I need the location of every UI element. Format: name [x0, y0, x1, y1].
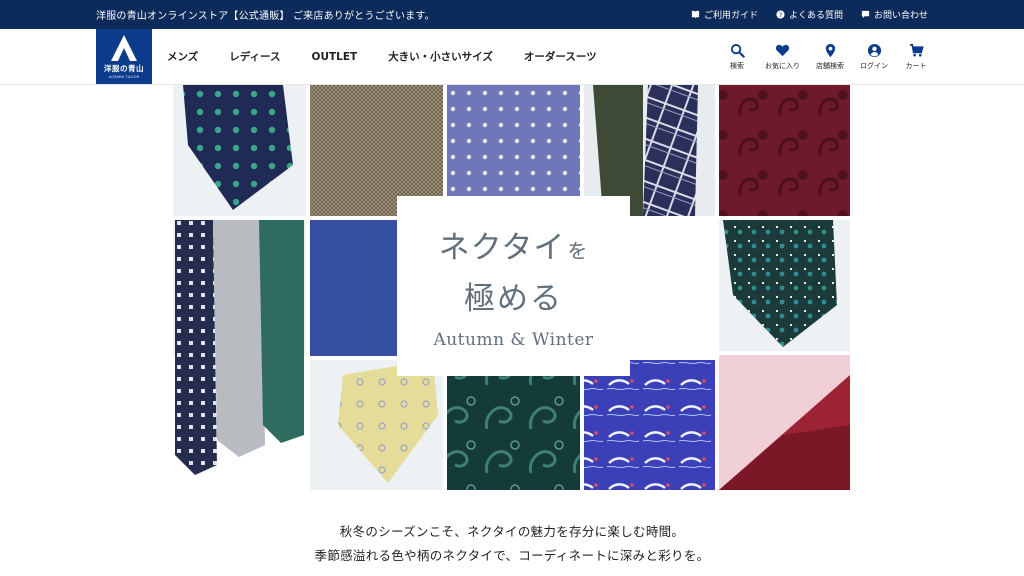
search-icon — [730, 43, 745, 58]
cart-label: カート — [905, 61, 927, 70]
intro-line-2: 季節感溢れる色や柄のネクタイで、コーディネートに深みと彩りを。 — [314, 548, 710, 563]
logo-subtext: AOYAMA TAILOR — [108, 75, 140, 79]
site-logo[interactable]: 洋服の青山 AOYAMA TAILOR — [96, 29, 152, 84]
nav-item-order-suits[interactable]: オーダースーツ — [524, 49, 597, 64]
hero-title-line1: ネクタイを — [439, 222, 589, 267]
guide-link[interactable]: ご利用ガイド — [691, 8, 758, 21]
faq-link[interactable]: ? よくある質問 — [776, 8, 843, 21]
store-search-button[interactable]: 店舗検索 — [816, 43, 844, 71]
hero-title-card[interactable]: ネクタイを 極める Autumn & Winter — [397, 196, 630, 376]
site-header: 洋服の青山 AOYAMA TAILOR メンズ レディース OUTLET 大きい… — [0, 29, 1024, 85]
logo-text: 洋服の青山 — [104, 64, 144, 73]
login-button[interactable]: ログイン — [860, 43, 888, 71]
store-search-label: 店舗検索 — [816, 61, 844, 70]
header-utilities: 検索 お気に入り 店舗検索 ログイン カート — [725, 29, 928, 84]
top-links: ご利用ガイド ? よくある質問 お問い合わせ — [691, 8, 928, 21]
mail-icon — [861, 10, 870, 19]
nav-item-ladies[interactable]: レディース — [229, 49, 280, 64]
logo-mark-icon — [111, 35, 137, 61]
guide-link-label: ご利用ガイド — [703, 11, 758, 21]
cart-button[interactable]: カート — [904, 43, 928, 71]
search-button[interactable]: 検索 — [725, 43, 749, 71]
guide-icon — [691, 10, 700, 19]
intro-line-1: 秋冬のシーズンこそ、ネクタイの魅力を存分に楽しむ時間。 — [339, 524, 685, 539]
cart-icon — [909, 43, 924, 56]
tie-silver — [213, 220, 265, 457]
favorites-label: お気に入り — [765, 61, 800, 70]
tie-navy-squares — [175, 220, 217, 475]
nav-item-mens[interactable]: メンズ — [167, 49, 198, 64]
main-nav: メンズ レディース OUTLET 大きい・小さいサイズ オーダースーツ — [167, 29, 597, 84]
nav-item-outlet[interactable]: OUTLET — [312, 51, 358, 63]
tie-tile-green-paisley — [447, 376, 580, 490]
search-label: 検索 — [730, 61, 744, 70]
tie-green — [259, 220, 304, 443]
intro-text: 秋冬のシーズンこそ、ネクタイの魅力を存分に楽しむ時間。 季節感溢れる色や柄のネク… — [0, 520, 1024, 568]
tie-tile-red-paisley — [719, 85, 850, 216]
svg-text:?: ? — [779, 12, 782, 19]
faq-link-label: よくある質問 — [788, 11, 843, 21]
heart-icon — [775, 44, 790, 56]
nav-item-sizes[interactable]: 大きい・小さいサイズ — [388, 49, 493, 64]
top-announcement-bar: 洋服の青山オンラインストア【公式通販】 ご来店ありがとうございます。 ご利用ガイ… — [0, 0, 1024, 29]
location-pin-icon — [825, 43, 835, 57]
store-notice: 洋服の青山オンラインストア【公式通販】 ご来店ありがとうございます。 — [96, 11, 435, 22]
tie-tile-swimmers — [584, 360, 715, 490]
hero-subtitle: Autumn & Winter — [433, 330, 594, 350]
hero-title-main: ネクタイ — [438, 230, 566, 266]
question-icon: ? — [776, 10, 785, 19]
contact-link-label: お問い合わせ — [873, 11, 928, 21]
favorites-button[interactable]: お気に入り — [765, 43, 800, 71]
user-icon — [867, 43, 881, 57]
tie-plaid — [643, 85, 698, 216]
hero-title-particle: を — [567, 239, 589, 263]
hero-title-line2: 極める — [464, 281, 563, 317]
contact-link[interactable]: お問い合わせ — [861, 8, 928, 21]
login-label: ログイン — [860, 61, 888, 70]
